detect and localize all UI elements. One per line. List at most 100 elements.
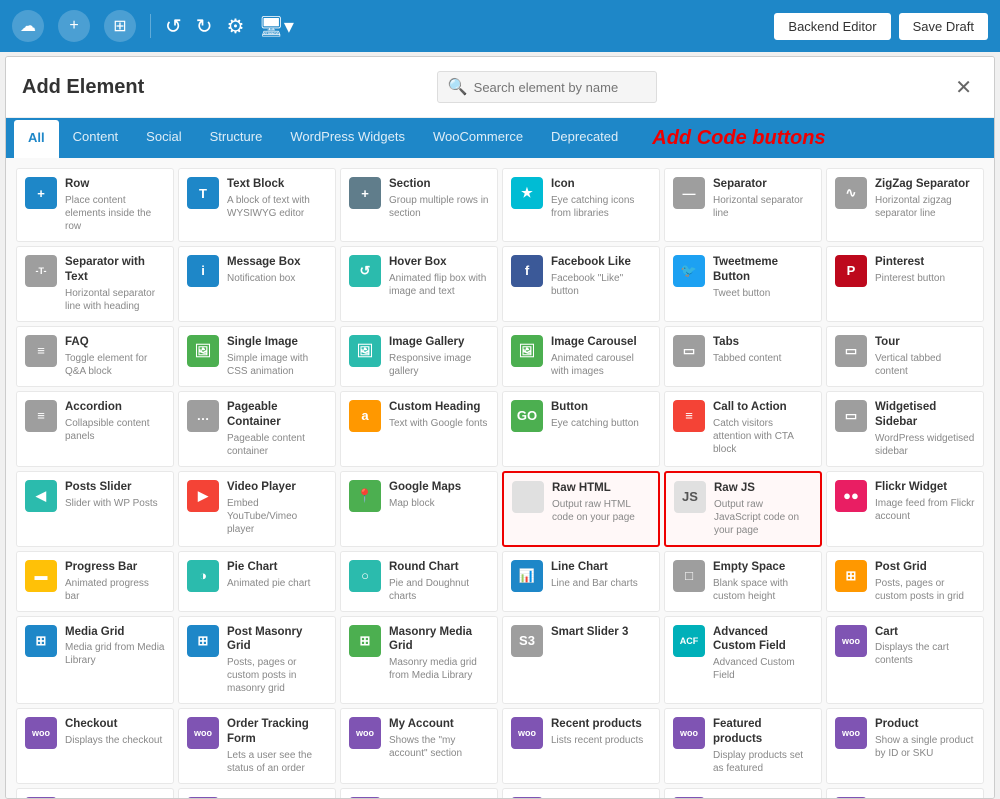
tab-content[interactable]: Content <box>59 119 133 157</box>
element-card-call_action[interactable]: ≡ Call to Action Catch visitors attentio… <box>664 391 822 467</box>
element-card-hover_box[interactable]: ↺ Hover Box Animated flip box with image… <box>340 246 498 322</box>
element-icon-smart_slider: S3 <box>511 625 543 657</box>
element-card-empty_space[interactable]: □ Empty Space Blank space with custom he… <box>664 551 822 612</box>
element-card-tour[interactable]: ▭ Tour Vertical tabbed content <box>826 326 984 387</box>
element-title-row: Row <box>65 177 165 192</box>
element-desc-cart: Displays the cart contents <box>875 641 975 667</box>
element-card-google_maps[interactable]: 📍 Google Maps Map block <box>340 471 498 547</box>
tab-wp-widgets[interactable]: WordPress Widgets <box>276 119 419 157</box>
element-desc-recent_products: Lists recent products <box>551 734 651 747</box>
element-card-cart[interactable]: woo Cart Displays the cart contents <box>826 616 984 705</box>
element-icon-widgetised: ▭ <box>835 400 867 432</box>
element-card-media_grid[interactable]: ⊞ Media Grid Media grid from Media Libra… <box>16 616 174 705</box>
element-card-post_grid[interactable]: ⊞ Post Grid Posts, pages or custom posts… <box>826 551 984 612</box>
add-icon[interactable]: + <box>58 10 90 42</box>
element-title-separator_line: Separator <box>713 177 813 192</box>
tab-structure[interactable]: Structure <box>196 119 277 157</box>
element-icon-featured_products: woo <box>673 717 705 749</box>
element-card-separator_line[interactable]: — Separator Horizontal separator line <box>664 168 822 242</box>
element-card-post_masonry[interactable]: ⊞ Post Masonry Grid Posts, pages or cust… <box>178 616 336 705</box>
element-card-faq[interactable]: ≡ FAQ Toggle element for Q&A block <box>16 326 174 387</box>
element-desc-image_gallery: Responsive image gallery <box>389 352 489 378</box>
backend-editor-button[interactable]: Backend Editor <box>774 13 890 40</box>
element-card-pageable[interactable]: … Pageable Container Pageable content co… <box>178 391 336 467</box>
element-card-message_box[interactable]: i Message Box Notification box <box>178 246 336 322</box>
element-card-raw_js[interactable]: JS Raw JS Output raw JavaScript code on … <box>664 471 822 547</box>
element-card-pinterest[interactable]: P Pinterest Pinterest button <box>826 246 984 322</box>
element-card-product[interactable]: woo Product Show a single product by ID … <box>826 708 984 784</box>
element-card-my_account[interactable]: woo My Account Shows the "my account" se… <box>340 708 498 784</box>
element-card-fb_like[interactable]: f Facebook Like Facebook "Like" button <box>502 246 660 322</box>
element-card-masonry_media[interactable]: ⊞ Masonry Media Grid Masonry media grid … <box>340 616 498 705</box>
element-card-add_to_cart[interactable]: woo Add to cart Show multiple products b… <box>178 788 336 798</box>
element-card-video_player[interactable]: ▶ Video Player Embed YouTube/Vimeo playe… <box>178 471 336 547</box>
element-card-custom_heading[interactable]: a Custom Heading Text with Google fonts <box>340 391 498 467</box>
element-title-pie_chart: Pie Chart <box>227 560 327 575</box>
element-title-featured_products: Featured products <box>713 717 813 747</box>
element-icon-call_action: ≡ <box>673 400 705 432</box>
element-desc-video_player: Embed YouTube/Vimeo player <box>227 497 327 536</box>
element-icon-section: + <box>349 177 381 209</box>
element-card-acf[interactable]: ACF Advanced Custom Field Advanced Custo… <box>664 616 822 705</box>
element-card-recent_products[interactable]: woo Recent products Lists recent product… <box>502 708 660 784</box>
close-button[interactable]: ✕ <box>949 75 978 100</box>
tab-deprecated[interactable]: Deprecated <box>537 119 632 157</box>
element-card-button[interactable]: GO Button Eye catching button <box>502 391 660 467</box>
element-card-section[interactable]: + Section Group multiple rows in section <box>340 168 498 242</box>
element-desc-separator_line: Horizontal separator line <box>713 194 813 220</box>
element-title-tweetmeme: Tweetmeme Button <box>713 255 813 285</box>
element-card-add_to_cart_url[interactable]: woo Add to cart URL Show URL on the add … <box>340 788 498 798</box>
element-card-sep_text[interactable]: -T- Separator with Text Horizontal separ… <box>16 246 174 322</box>
element-card-image_carousel[interactable]: 🖼 Image Carousel Animated carousel with … <box>502 326 660 387</box>
tab-woocommerce[interactable]: WooCommerce <box>419 119 537 157</box>
element-card-product_category[interactable]: woo Product category Show multiple produ… <box>664 788 822 798</box>
element-icon-my_account: woo <box>349 717 381 749</box>
element-title-tabs: Tabs <box>713 335 813 350</box>
element-icon-checkout: woo <box>25 717 57 749</box>
element-card-round_chart[interactable]: ○ Round Chart Pie and Doughnut charts <box>340 551 498 612</box>
element-card-text_block[interactable]: T Text Block A block of text with WYSIWY… <box>178 168 336 242</box>
element-card-zigzag[interactable]: ∿ ZigZag Separator Horizontal zigzag sep… <box>826 168 984 242</box>
responsive-icon[interactable]: 🖥▾ <box>258 14 293 39</box>
element-card-order_tracking[interactable]: woo Order Tracking Form Lets a user see … <box>178 708 336 784</box>
layout-icon[interactable]: ⊞ <box>104 10 136 42</box>
element-desc-media_grid: Media grid from Media Library <box>65 641 165 667</box>
save-draft-button[interactable]: Save Draft <box>899 13 988 40</box>
element-card-row[interactable]: + Row Place content elements inside the … <box>16 168 174 242</box>
settings-icon[interactable]: ⚙ <box>227 14 245 39</box>
element-card-checkout[interactable]: woo Checkout Displays the checkout <box>16 708 174 784</box>
element-card-progress_bar[interactable]: ▬ Progress Bar Animated progress bar <box>16 551 174 612</box>
element-card-raw_html[interactable]: Raw HTML Output raw HTML code on your pa… <box>502 471 660 547</box>
element-card-widgetised[interactable]: ▭ Widgetised Sidebar WordPress widgetise… <box>826 391 984 467</box>
tab-social[interactable]: Social <box>132 119 195 157</box>
element-title-posts_slider: Posts Slider <box>65 480 165 495</box>
element-card-posts_slider[interactable]: ◀ Posts Slider Slider with WP Posts <box>16 471 174 547</box>
element-title-recent_products: Recent products <box>551 717 651 732</box>
search-input[interactable] <box>474 80 646 95</box>
element-card-tweetmeme[interactable]: 🐦 Tweetmeme Button Tweet button <box>664 246 822 322</box>
element-title-zigzag: ZigZag Separator <box>875 177 975 192</box>
element-card-line_chart[interactable]: 📊 Line Chart Line and Bar charts <box>502 551 660 612</box>
element-card-accordion[interactable]: ≡ Accordion Collapsible content panels <box>16 391 174 467</box>
element-card-smart_slider[interactable]: S3 Smart Slider 3 <box>502 616 660 705</box>
element-card-image_gallery[interactable]: 🖼 Image Gallery Responsive image gallery <box>340 326 498 387</box>
element-title-product_page: Product page <box>551 797 651 798</box>
modal-header: Add Element 🔍 ✕ <box>6 57 994 118</box>
element-card-product_page[interactable]: woo Product page Show single product by … <box>502 788 660 798</box>
element-desc-raw_js: Output raw JavaScript code on your page <box>714 498 812 537</box>
element-desc-row: Place content elements inside the row <box>65 194 165 233</box>
element-card-flickr[interactable]: ●● Flickr Widget Image feed from Flickr … <box>826 471 984 547</box>
element-card-featured_products[interactable]: woo Featured products Display products s… <box>664 708 822 784</box>
tab-all[interactable]: All <box>14 120 59 158</box>
element-card-icon[interactable]: ★ Icon Eye catching icons from libraries <box>502 168 660 242</box>
element-desc-my_account: Shows the "my account" section <box>389 734 489 760</box>
redo-icon[interactable]: ↻ <box>196 14 213 39</box>
cloud-icon[interactable]: ☁ <box>12 10 44 42</box>
element-desc-masonry_media: Masonry media grid from Media Library <box>389 656 489 682</box>
element-card-product_categories[interactable]: woo Product categories Display product c… <box>826 788 984 798</box>
element-card-products[interactable]: woo Products Show multiple products by I… <box>16 788 174 798</box>
element-card-tabs[interactable]: ▭ Tabs Tabbed content <box>664 326 822 387</box>
undo-icon[interactable]: ↺ <box>165 14 182 39</box>
element-card-single_image[interactable]: 🖼 Single Image Simple image with CSS ani… <box>178 326 336 387</box>
element-card-pie_chart[interactable]: ◑ Pie Chart Animated pie chart <box>178 551 336 612</box>
